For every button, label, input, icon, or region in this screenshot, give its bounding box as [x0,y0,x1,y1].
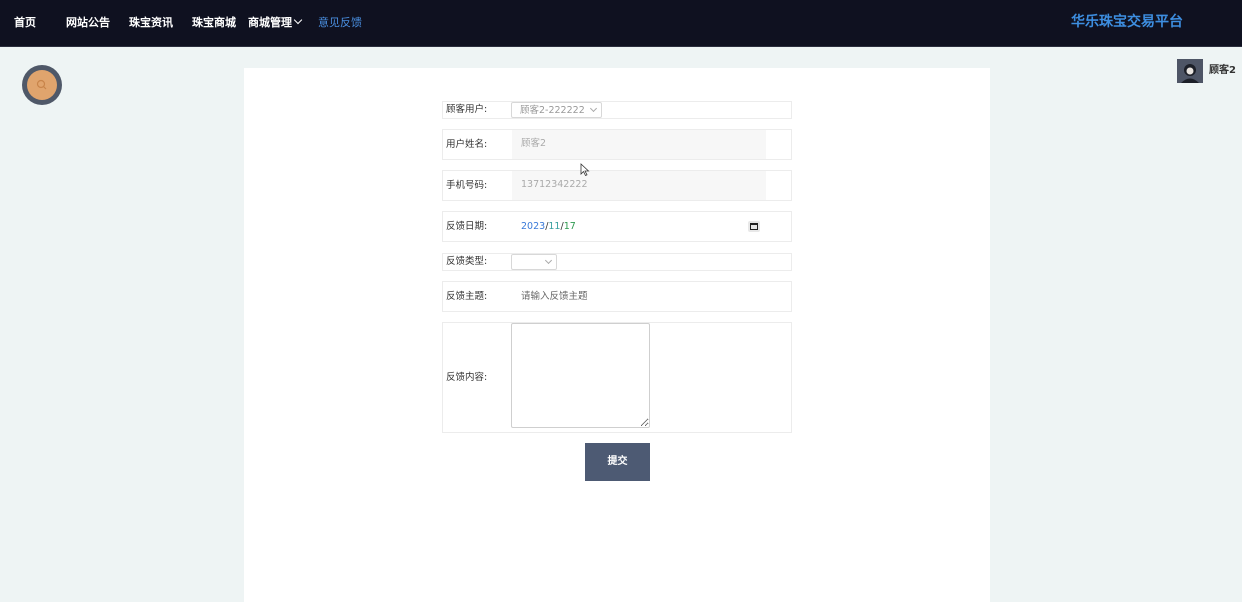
feedback-type-label: 反馈类型: [446,256,488,267]
feedback-content-label: 反馈内容: [446,372,488,383]
date-year[interactable]: 2023 [521,221,545,232]
nav-item-home[interactable]: 首页 [14,16,36,30]
feedback-subject-label: 反馈主题: [446,291,488,302]
nav-item-announcements[interactable]: 网站公告 [66,16,110,30]
calendar-icon[interactable] [748,221,760,232]
row-feedback-date: 反馈日期: 2023/11/17 [442,211,792,242]
phone-label: 手机号码: [446,180,488,191]
nav-item-feedback[interactable]: 意见反馈 [318,16,362,30]
customer-user-label: 顾客用户: [446,104,488,115]
avatar-image [1177,59,1203,83]
row-feedback-type: 反馈类型: [442,253,792,271]
chevron-down-icon [293,15,303,25]
top-nav: 首页 网站公告 珠宝资讯 珠宝商城 商城管理 意见反馈 华乐珠宝交易平台 [0,0,1242,47]
chevron-down-icon [544,256,553,265]
nav-item-mall-management-label: 商城管理 [248,16,292,29]
phone-value: 13712342222 [521,179,588,190]
feedback-date-label: 反馈日期: [446,221,488,232]
phone-field[interactable]: 13712342222 [512,171,766,200]
nav-item-jewelry-news[interactable]: 珠宝资讯 [129,16,173,30]
row-customer-user: 顾客用户: 顾客2-222222 [442,101,792,119]
feedback-subject-input[interactable] [512,282,791,311]
user-name-label: 用户姓名: [446,139,488,150]
row-user-name: 用户姓名: 顾客2 [442,129,792,160]
nav-item-jewelry-mall[interactable]: 珠宝商城 [192,16,236,30]
user-name-value: 顾客2 [521,138,547,149]
customer-user-value: 顾客2-222222 [520,105,585,116]
search-button[interactable] [22,65,62,105]
search-icon [36,79,47,90]
user-name[interactable]: 顾客2 [1209,64,1236,77]
user-name-field[interactable]: 顾客2 [512,130,766,159]
row-phone: 手机号码: 13712342222 [442,170,792,201]
date-month[interactable]: 11 [548,221,560,232]
chevron-down-icon [589,104,598,113]
nav-item-mall-management[interactable]: 商城管理 [248,15,303,30]
date-day[interactable]: 17 [564,221,576,232]
feedback-date-input[interactable]: 2023/11/17 [512,212,791,241]
mouse-cursor-icon [580,163,590,177]
row-feedback-subject: 反馈主题: [442,281,792,312]
submit-button[interactable]: 提交 [585,443,650,481]
avatar[interactable] [1177,59,1203,83]
feedback-content-textarea[interactable] [511,323,650,428]
feedback-date-value: 2023/11/17 [521,221,576,233]
feedback-type-select[interactable] [511,254,557,270]
customer-user-select[interactable]: 顾客2-222222 [511,102,602,118]
row-feedback-content: 反馈内容: [442,322,792,433]
site-brand: 华乐珠宝交易平台 [1071,14,1183,30]
